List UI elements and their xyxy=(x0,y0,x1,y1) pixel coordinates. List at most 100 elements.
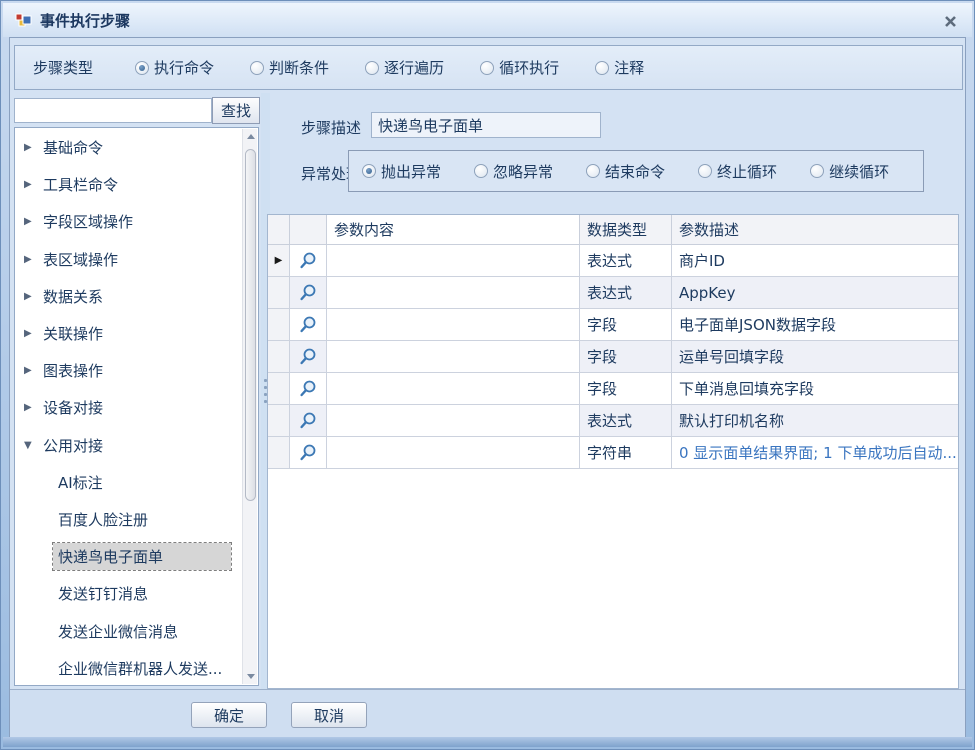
row-selector[interactable] xyxy=(268,245,290,277)
search-button[interactable]: 查找 xyxy=(212,97,260,124)
expander-icon[interactable] xyxy=(24,216,38,227)
lookup-button[interactable] xyxy=(295,248,321,274)
data-type-cell: 字段 xyxy=(580,373,672,405)
row-selector[interactable] xyxy=(268,405,290,437)
expander-icon[interactable] xyxy=(24,328,38,339)
table-row: 表达式 AppKey xyxy=(268,277,958,309)
tree-item[interactable]: 基础命令 xyxy=(15,129,242,166)
exception-radio[interactable]: 抛出异常 xyxy=(362,161,441,182)
expander-icon[interactable] xyxy=(24,254,38,265)
close-button[interactable] xyxy=(940,11,960,31)
cancel-button[interactable]: 取消 xyxy=(291,702,367,728)
exception-radio[interactable]: 继续循环 xyxy=(810,161,889,182)
tree-item[interactable]: 工具栏命令 xyxy=(15,166,242,203)
scroll-down-icon[interactable] xyxy=(243,669,258,684)
step-type-radio[interactable]: 执行命令 xyxy=(135,57,214,78)
param-content-cell[interactable] xyxy=(327,277,580,309)
tree-item[interactable]: 发送钉钉消息 xyxy=(15,575,242,612)
param-desc-cell: 商户ID xyxy=(672,245,958,277)
command-tree-items: 基础命令 工具栏命令 字段区域操作 表区域操作 xyxy=(15,129,242,686)
tree-item[interactable]: AI标注 xyxy=(15,464,242,501)
tree-item[interactable]: 表区域操作 xyxy=(15,241,242,278)
lookup-button[interactable] xyxy=(295,280,321,306)
exception-radio[interactable]: 结束命令 xyxy=(586,161,665,182)
tree-item-label: 发送企业微信消息 xyxy=(53,618,183,645)
param-content-cell[interactable] xyxy=(327,405,580,437)
param-content-cell[interactable] xyxy=(327,437,580,469)
window-title: 事件执行步骤 xyxy=(40,10,130,31)
footer-bar: 确定 取消 xyxy=(10,689,965,738)
table-row: 字段 电子面单JSON数据字段 xyxy=(268,309,958,341)
header-data-type[interactable]: 数据类型 xyxy=(580,215,672,244)
tree-item[interactable]: 发送企业微信消息 xyxy=(15,612,242,649)
step-desc-label: 步骤描述 xyxy=(301,117,361,138)
exception-radio[interactable]: 忽略异常 xyxy=(474,161,553,182)
step-type-radio-group: 执行命令 判断条件 逐行遍历 循环执行 xyxy=(135,57,644,78)
dialog-client-area: 步骤类型 执行命令 判断条件 逐行遍历 xyxy=(9,37,966,738)
row-selector[interactable] xyxy=(268,373,290,405)
scrollbar-thumb[interactable] xyxy=(245,149,256,501)
param-content-cell[interactable] xyxy=(327,309,580,341)
lookup-button[interactable] xyxy=(295,376,321,402)
step-type-radio[interactable]: 注释 xyxy=(595,57,644,78)
tree-item-label: AI标注 xyxy=(53,469,108,496)
expander-icon[interactable] xyxy=(24,291,38,302)
tree-item-label: 数据关系 xyxy=(38,283,108,310)
row-selector[interactable] xyxy=(268,277,290,309)
radio-label: 执行命令 xyxy=(154,57,214,78)
table-row: 字段 运单号回填字段 xyxy=(268,341,958,373)
expander-icon[interactable] xyxy=(24,365,38,376)
step-type-radio[interactable]: 逐行遍历 xyxy=(365,57,444,78)
tree-item-label: 设备对接 xyxy=(38,394,108,421)
param-content-cell[interactable] xyxy=(327,341,580,373)
row-selector[interactable] xyxy=(268,309,290,341)
window-bottom-edge xyxy=(3,737,972,747)
expander-icon[interactable] xyxy=(24,142,38,153)
radio-icon xyxy=(365,61,379,75)
row-selector[interactable] xyxy=(268,437,290,469)
search-input[interactable] xyxy=(14,98,212,123)
step-type-radio[interactable]: 判断条件 xyxy=(250,57,329,78)
lookup-button[interactable] xyxy=(295,408,321,434)
row-selector[interactable] xyxy=(268,341,290,373)
exception-radio[interactable]: 终止循环 xyxy=(698,161,777,182)
tree-item[interactable]: 设备对接 xyxy=(15,389,242,426)
tree-item-label: 工具栏命令 xyxy=(38,171,123,198)
lookup-button[interactable] xyxy=(295,312,321,338)
expander-icon[interactable] xyxy=(24,179,38,190)
tree-item[interactable]: 快递鸟电子面单 xyxy=(15,538,242,575)
tree-scrollbar[interactable] xyxy=(242,129,257,684)
radio-icon xyxy=(698,164,712,178)
tree-item[interactable]: 百度人脸注册 xyxy=(15,501,242,538)
tree-item[interactable]: 企业微信群机器人发送... xyxy=(15,650,242,686)
step-type-radio[interactable]: 循环执行 xyxy=(480,57,559,78)
table-row: 表达式 默认打印机名称 xyxy=(268,405,958,437)
tree-item[interactable]: 公用对接 xyxy=(15,427,242,464)
expander-icon[interactable] xyxy=(24,402,38,413)
dialog-window: 事件执行步骤 步骤类型 执行命令 判断条件 xyxy=(0,0,975,750)
header-param-content[interactable]: 参数内容 xyxy=(327,215,580,244)
tree-item[interactable]: 数据关系 xyxy=(15,278,242,315)
table-row: 字段 下单消息回填充字段 xyxy=(268,373,958,405)
expander-icon[interactable] xyxy=(24,440,38,451)
magnifier-icon xyxy=(298,443,318,463)
param-content-cell[interactable] xyxy=(327,245,580,277)
param-desc-cell: AppKey xyxy=(672,277,958,309)
step-desc-input[interactable] xyxy=(371,112,601,138)
header-param-desc[interactable]: 参数描述 xyxy=(672,215,958,244)
magnifier-icon xyxy=(298,411,318,431)
grid-header-row: 参数内容 数据类型 参数描述 xyxy=(268,215,958,245)
data-type-cell: 表达式 xyxy=(580,245,672,277)
ok-button[interactable]: 确定 xyxy=(191,702,267,728)
radio-label: 循环执行 xyxy=(499,57,559,78)
lookup-cell xyxy=(290,277,327,309)
lookup-button[interactable] xyxy=(295,344,321,370)
exception-radio-group: 抛出异常 忽略异常 结束命令 终止循环 xyxy=(362,161,889,182)
tree-item[interactable]: 关联操作 xyxy=(15,315,242,352)
parameter-grid: 参数内容 数据类型 参数描述 xyxy=(267,214,959,689)
scroll-up-icon[interactable] xyxy=(243,129,258,144)
param-content-cell[interactable] xyxy=(327,373,580,405)
tree-item[interactable]: 图表操作 xyxy=(15,352,242,389)
lookup-button[interactable] xyxy=(295,440,321,466)
tree-item[interactable]: 字段区域操作 xyxy=(15,203,242,240)
